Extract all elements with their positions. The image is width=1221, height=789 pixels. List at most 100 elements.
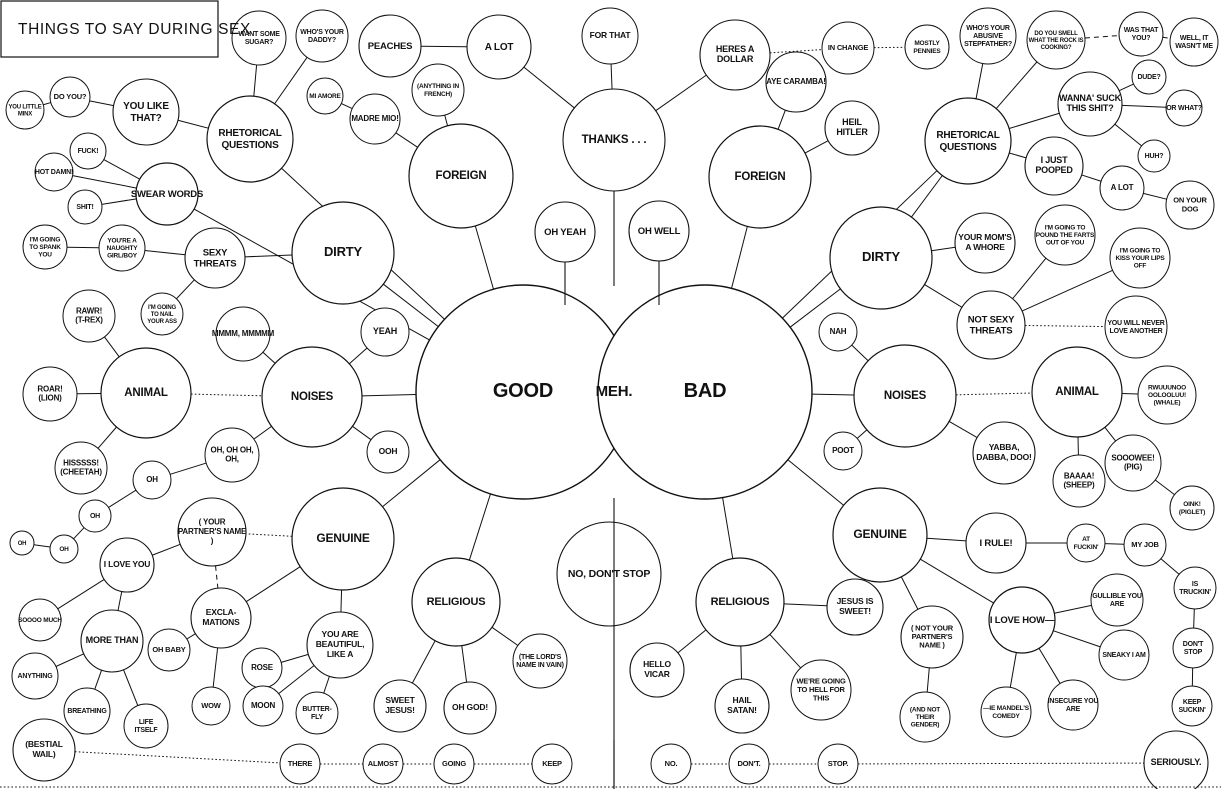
node-i-love-how[interactable]: I LOVE HOW— [988,586,1056,654]
node-breathing[interactable]: BREATHING [63,687,111,735]
node-hail-satan[interactable]: HAIL SATAN! [714,678,770,734]
node-animal[interactable]: ANIMAL [1031,346,1123,438]
node-a-lot[interactable]: A LOT [1099,165,1145,211]
node-rawr-t-rex[interactable]: RAWR! (T-REX) [62,289,116,343]
node-was-that-you[interactable]: WAS THAT YOU? [1118,11,1164,57]
node-oh-baby[interactable]: OH BABY [147,628,191,672]
node-animal[interactable]: ANIMAL [100,347,192,439]
node-oh[interactable]: OH [78,499,112,533]
node-rhetorical-questions[interactable]: RHETORICAL QUESTIONS [206,95,294,183]
node-nah[interactable]: NAH [818,312,858,352]
node-i-m-going-to-pound-the-farts-out-of-you[interactable]: I'M GOING TO POUND THE FARTS OUT OF YOU [1034,204,1096,266]
node-wanna-suck-this-shit[interactable]: WANNA' SUCK THIS SHIT? [1057,71,1123,137]
node-not-your-partner-s-name[interactable]: ( NOT YOUR PARTNER'S NAME ) [900,605,964,669]
node-hisssss-cheetah[interactable]: HISSSSS! (CHEETAH) [54,441,108,495]
node-hot-damn[interactable]: HOT DAMN! [34,152,74,192]
node-at-fuckin[interactable]: AT FUCKIN' [1066,523,1106,563]
node-gullible-you-are[interactable]: GULLIBLE YOU ARE [1090,573,1144,627]
node-we-re-going-to-hell-for-this[interactable]: WE'RE GOING TO HELL FOR THIS [790,659,852,721]
node-your-partner-s-name[interactable]: ( YOUR PARTNER'S NAME) [177,497,247,567]
node-sweet-jesus[interactable]: SWEET JESUS! [373,679,427,733]
node-oink-piglet[interactable]: OINK! (PIGLET) [1169,485,1215,531]
node-moon[interactable]: MOON [242,685,284,727]
node-i-m-going-to-spank-you[interactable]: I'M GOING TO SPANK YOU [22,224,68,270]
node-meh[interactable]: MEH. [596,383,633,400]
node-wow[interactable]: WOW [191,686,231,726]
node-well-it-wasn-t-me[interactable]: WELL, IT WASN'T ME [1169,17,1219,67]
node-oh[interactable]: OH [9,530,35,556]
node-oh-well[interactable]: OH WELL [628,200,690,262]
node-hello-vicar[interactable]: HELLO VICAR [629,642,685,698]
node-do-you-smell-what-the-rock-is-cooking[interactable]: DO YOU SMELL WHAT THE ROCK IS COOKING? [1026,10,1086,70]
node-fuck[interactable]: FUCK! [69,132,107,170]
node-poot[interactable]: POOT [823,431,863,471]
node-oh-yeah[interactable]: OH YEAH [534,201,596,263]
node-more-than[interactable]: MORE THAN [80,609,144,673]
node-religious[interactable]: RELIGIOUS [695,557,785,647]
node-dirty[interactable]: DIRTY [829,206,933,310]
node-baaaa-sheep[interactable]: BAAAA! (SHEEP) [1052,454,1106,508]
node-rhetorical-questions[interactable]: RHETORICAL QUESTIONS [924,97,1012,185]
node-you-will-never-love-another[interactable]: YOU WILL NEVER LOVE ANOTHER [1104,295,1168,359]
node-do-you[interactable]: DO YOU? [49,76,91,118]
node-seriously[interactable]: SERIOUSLY. [1143,730,1209,789]
node-dude[interactable]: DUDE? [1131,59,1167,95]
node-madre-mio[interactable]: MADRE MIO! [349,93,401,145]
node-a-lot[interactable]: A LOT [466,14,532,80]
node-going[interactable]: GOING [433,743,475,785]
node-sooowee-pig[interactable]: SOOOWEE! (PIG) [1104,434,1162,492]
node-oh-oh-oh-oh[interactable]: OH, OH OH, OH, [204,427,260,483]
node-thanks[interactable]: THANKS . . . [562,88,666,192]
node-excla-mations[interactable]: EXCLA-MATIONS [190,587,252,649]
node-sneaky-i-am[interactable]: SNEAKY I AM [1098,629,1150,681]
node-oh[interactable]: OH [49,534,79,564]
node-the-lord-s-name-in-vain[interactable]: (THE LORD'S NAME IN VAIN) [512,633,568,689]
node-religious[interactable]: RELIGIOUS [411,557,501,647]
node-genuine[interactable]: GENUINE [291,487,395,591]
node-you-little-minx[interactable]: YOU LITTLE MINX [5,90,45,130]
node-i-love-you[interactable]: I LOVE YOU [99,537,155,593]
node-who-s-your-daddy[interactable]: WHO'S YOUR DADDY? [295,9,349,63]
node-ooh[interactable]: OOH [366,430,410,474]
node-on-your-dog[interactable]: ON YOUR DOG [1165,180,1215,230]
node-or-what[interactable]: OR WHAT? [1165,89,1203,127]
node-rose[interactable]: ROSE [241,647,283,689]
node-for-that[interactable]: FOR THAT [581,7,639,65]
node-soooo-much[interactable]: SOOOO MUCH [18,598,63,642]
node-dirty[interactable]: DIRTY [291,201,395,305]
node-life-itself[interactable]: LIFE ITSELF [123,703,169,749]
node-anything[interactable]: ANYTHING [11,652,59,700]
node-foreign[interactable]: FOREIGN [408,123,514,229]
node-i-m-going-to-nail-your-ass[interactable]: I'M GOING TO NAIL YOUR ASS [140,292,184,336]
node-mostly-pennies[interactable]: MOSTLY PENNIES [904,24,950,70]
node-huh[interactable]: HUH? [1137,139,1171,173]
node-oh[interactable]: OH [132,460,172,500]
node-anything-in-french[interactable]: (ANYTHING IN FRENCH) [411,63,465,117]
node-insecure-you-are[interactable]: INSECURE YOU ARE [1047,679,1099,731]
node-heil-hitler[interactable]: HEIL HITLER [824,100,880,156]
node-keep-suckin[interactable]: KEEP SUCKIN' [1171,685,1213,727]
node-mi-amore[interactable]: MI AMORE [306,77,344,115]
node-yeah[interactable]: YEAH [360,307,410,357]
node-is-truckin[interactable]: IS TRUCKIN' [1173,566,1217,610]
node-bestial-wail[interactable]: (BESTIAL WAIL) [12,718,76,782]
node-keep[interactable]: KEEP [531,743,573,785]
node-shit[interactable]: SHIT! [67,189,103,225]
node-i-rule[interactable]: I RULE! [965,512,1027,574]
node-stop[interactable]: STOP. [817,743,859,785]
node-genuine[interactable]: GENUINE [832,487,928,583]
node-yabba-dabba-doo[interactable]: YABBA, DABBA, DOO! [972,421,1036,485]
node-my-job[interactable]: MY JOB [1123,523,1167,567]
node-foreign[interactable]: FOREIGN [708,125,812,229]
node-i-just-pooped[interactable]: I JUST POOPED [1024,136,1084,196]
node-don-t-stop[interactable]: DON'T STOP [1172,627,1214,669]
node-noises[interactable]: NOISES [853,344,957,448]
node-noises[interactable]: NOISES [261,346,363,448]
node-almost[interactable]: ALMOST [362,743,404,785]
node-peaches[interactable]: PEACHES [358,14,422,78]
node-heres-a-dollar[interactable]: HERES A DOLLAR [699,19,771,91]
node-no[interactable]: NO. [650,743,692,785]
node-i-m-going-to-kiss-your-lips-off[interactable]: I'M GOING TO KISS YOUR LIPS OFF [1109,227,1171,289]
node-you-like-that[interactable]: YOU LIKE THAT? [112,78,180,146]
node-not-sexy-threats[interactable]: NOT SEXY THREATS [956,290,1026,360]
